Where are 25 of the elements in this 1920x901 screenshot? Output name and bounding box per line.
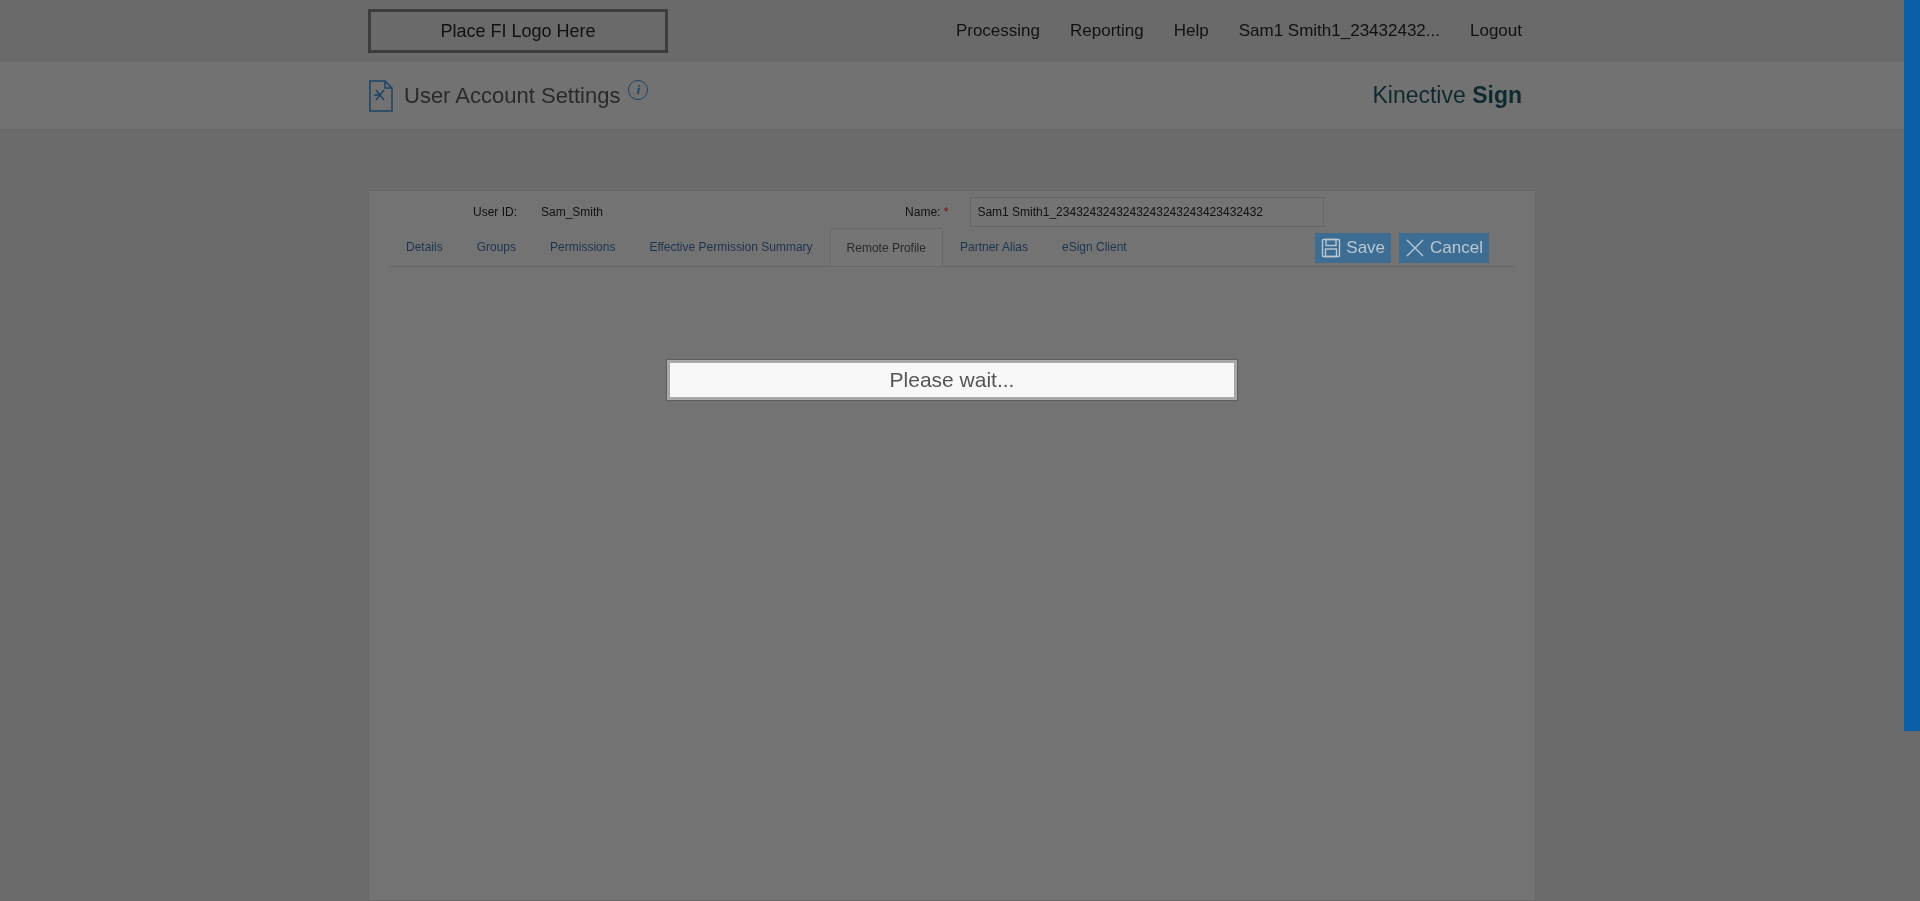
tab[interactable]: Partner Alias [942, 228, 1045, 266]
tab[interactable]: eSign Client [1045, 228, 1144, 266]
user-id-value: Sam_Smith [541, 204, 604, 221]
document-icon [368, 79, 394, 112]
field-label: User ID: [473, 204, 517, 221]
tab[interactable]: Permissions [533, 228, 633, 266]
nav-link[interactable]: Processing [955, 18, 1040, 44]
nav-link[interactable]: Reporting [1070, 18, 1144, 44]
nav-link[interactable]: Logout [1470, 18, 1522, 44]
tab[interactable]: Effective Permission Summary [632, 228, 830, 266]
save-icon [1321, 238, 1342, 258]
page-title: User Account Settings [404, 82, 621, 110]
tab[interactable]: Details [389, 228, 460, 266]
tab[interactable]: Remote Profile [829, 228, 943, 266]
nav-link[interactable]: Sam1 Smith1_23432432... [1238, 18, 1440, 44]
wait-dialog: Please wait... [667, 360, 1237, 400]
field-label: Name: * [905, 204, 949, 221]
save-button[interactable]: Save [1315, 233, 1392, 263]
cancel-button[interactable]: Cancel [1399, 233, 1489, 263]
name-field[interactable]: Sam1 Smith1_2343243243243243243243423432432 [970, 197, 1325, 227]
logo-placeholder[interactable]: Place FI Logo Here [368, 9, 668, 53]
nav-link[interactable]: Help [1173, 18, 1209, 44]
brand-logo: Kinective Sign [1372, 81, 1522, 111]
tab[interactable]: Groups [459, 228, 534, 266]
close-icon [1405, 238, 1426, 258]
